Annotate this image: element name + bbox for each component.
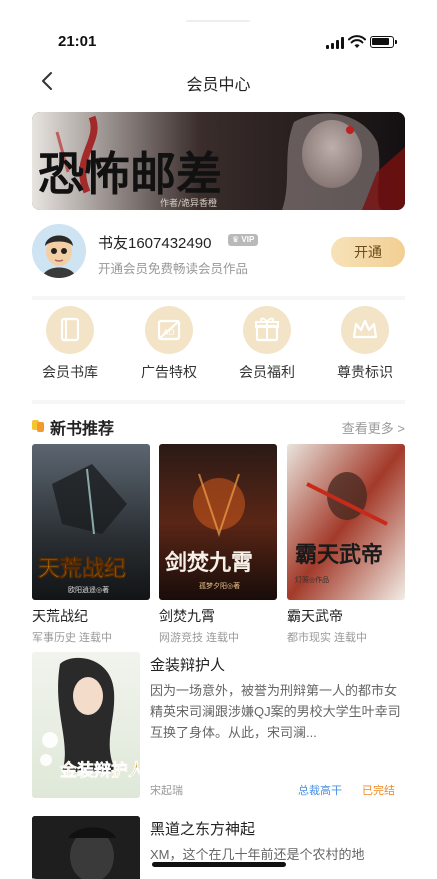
svg-text:恐怖邮差: 恐怖邮差 — [38, 147, 222, 201]
book-card[interactable]: 天荒战纪 欧阳逍遥◎著 天荒战纪 军事历史 连载中 — [32, 444, 150, 645]
user-card: 书友1607432490 ♛ VIP 开通会员免费畅读会员作品 开通 — [32, 222, 405, 288]
book-title: 霸天武帝 — [287, 608, 343, 624]
no-ad-icon: AD — [145, 306, 193, 354]
book-description: XM，这个在几十年前还是个农村的地 — [150, 847, 365, 862]
book-cover: 剑焚九霄 孤梦夕阳◎著 — [159, 444, 277, 600]
book-card[interactable]: 剑焚九霄 孤梦夕阳◎著 剑焚九霄 网游竞技 连载中 — [159, 444, 277, 645]
feature-ad-privilege[interactable]: AD 广告特权 — [124, 306, 214, 382]
new-books-header: 新书推荐 查看更多 > — [32, 414, 405, 438]
user-name: 书友1607432490 — [98, 235, 212, 252]
svg-text:天荒战纪: 天荒战纪 — [38, 556, 126, 582]
new-books-list: 天荒战纪 欧阳逍遥◎著 天荒战纪 军事历史 连载中 剑焚九霄 孤梦夕阳◎著 剑焚… — [32, 444, 405, 644]
section-title: 新书推荐 — [50, 421, 115, 438]
book-category-tag: 总裁高干 — [298, 785, 342, 797]
book-cover: 天荒战纪 欧阳逍遥◎著 — [32, 444, 150, 600]
feature-label: 会员福利 — [239, 364, 295, 380]
user-subtitle: 开通会员免费畅读会员作品 — [98, 262, 249, 276]
avatar[interactable] — [32, 224, 86, 278]
view-more-link[interactable]: 查看更多 > — [342, 418, 405, 437]
book-status-tag: 已完结 — [362, 785, 395, 797]
section-divider — [32, 400, 405, 404]
nav-bar: 会员中心 — [0, 60, 437, 104]
book-cover: 金装辩护人 — [32, 652, 140, 798]
svg-text:孤梦夕阳◎著: 孤梦夕阳◎著 — [199, 581, 240, 590]
svg-text:霸天武帝: 霸天武帝 — [295, 542, 383, 568]
svg-text:剑焚九霄: 剑焚九霄 — [164, 550, 253, 576]
banner-title: 恐怖邮差 — [38, 147, 222, 201]
book-title: 天荒战纪 — [32, 608, 88, 624]
feature-label: 会员书库 — [42, 364, 98, 380]
notch — [130, 0, 307, 26]
status-time: 21:01 — [58, 33, 97, 50]
book-meta: 军事历史 连载中 — [32, 632, 113, 644]
divider — [32, 296, 405, 300]
phone-screen: 21:01 会员中心 恐怖邮差 作者/诡异香橙 书友1607432490 ♛ V… — [0, 0, 437, 879]
banner-subtitle: 作者/诡异香橙 — [160, 197, 217, 209]
book-author: 宋起瑞 — [150, 785, 183, 797]
crown-icon — [341, 306, 389, 354]
next-book-item[interactable]: 黑道之东方神起 XM，这个在几十年前还是个农村的地 — [32, 816, 405, 879]
signal-icon — [326, 37, 344, 49]
feature-vip-library[interactable]: 会员书库 — [25, 306, 115, 382]
featured-book-item[interactable]: 金装辩护人 金装辩护人 因为一场意外，被誉为刑辩第一人的都市女精英宋司澜跟涉嫌Q… — [32, 652, 405, 802]
book-cover: 霸天武帝 灯笼◎作品 — [287, 444, 405, 600]
book-card[interactable]: 霸天武帝 灯笼◎作品 霸天武帝 都市现实 连载中 — [287, 444, 405, 645]
svg-text:灯笼◎作品: 灯笼◎作品 — [295, 575, 329, 584]
feature-label: 广告特权 — [141, 364, 197, 380]
feature-noble-badge[interactable]: 尊贵标识 — [320, 306, 410, 382]
feature-label: 尊贵标识 — [337, 364, 393, 380]
open-vip-button[interactable]: 开通 — [331, 237, 405, 267]
home-indicator — [152, 862, 286, 867]
feature-vip-welfare[interactable]: 会员福利 — [222, 306, 312, 382]
book-title: 金装辩护人 — [150, 657, 226, 674]
book-description: 因为一场意外，被誉为刑辩第一人的都市女精英宋司澜跟涉嫌QJ案的男校大学生叶幸司互… — [150, 683, 401, 740]
book-meta: 网游竞技 连载中 — [159, 632, 240, 644]
svg-text:金装辩护人: 金装辩护人 — [59, 760, 140, 781]
status-bar: 21:01 — [0, 28, 437, 54]
page-title: 会员中心 — [186, 77, 251, 94]
book-title: 黑道之东方神起 — [150, 821, 256, 838]
vip-badge: ♛ VIP — [228, 234, 259, 246]
wifi-icon — [348, 35, 366, 48]
book-icon — [46, 306, 94, 354]
gift-icon — [243, 306, 291, 354]
svg-text:欧阳逍遥◎著: 欧阳逍遥◎著 — [68, 585, 109, 594]
book-title: 剑焚九霄 — [159, 608, 215, 624]
battery-icon — [370, 36, 397, 48]
book-meta: 都市现实 连载中 — [287, 632, 368, 644]
book-cover — [32, 816, 140, 879]
section-mark-icon — [32, 420, 44, 432]
promo-banner[interactable]: 恐怖邮差 作者/诡异香橙 — [32, 112, 405, 210]
vip-features: 会员书库 AD 广告特权 会员福利 尊贵标识 — [32, 306, 405, 386]
svg-text:AD: AD — [163, 328, 175, 337]
